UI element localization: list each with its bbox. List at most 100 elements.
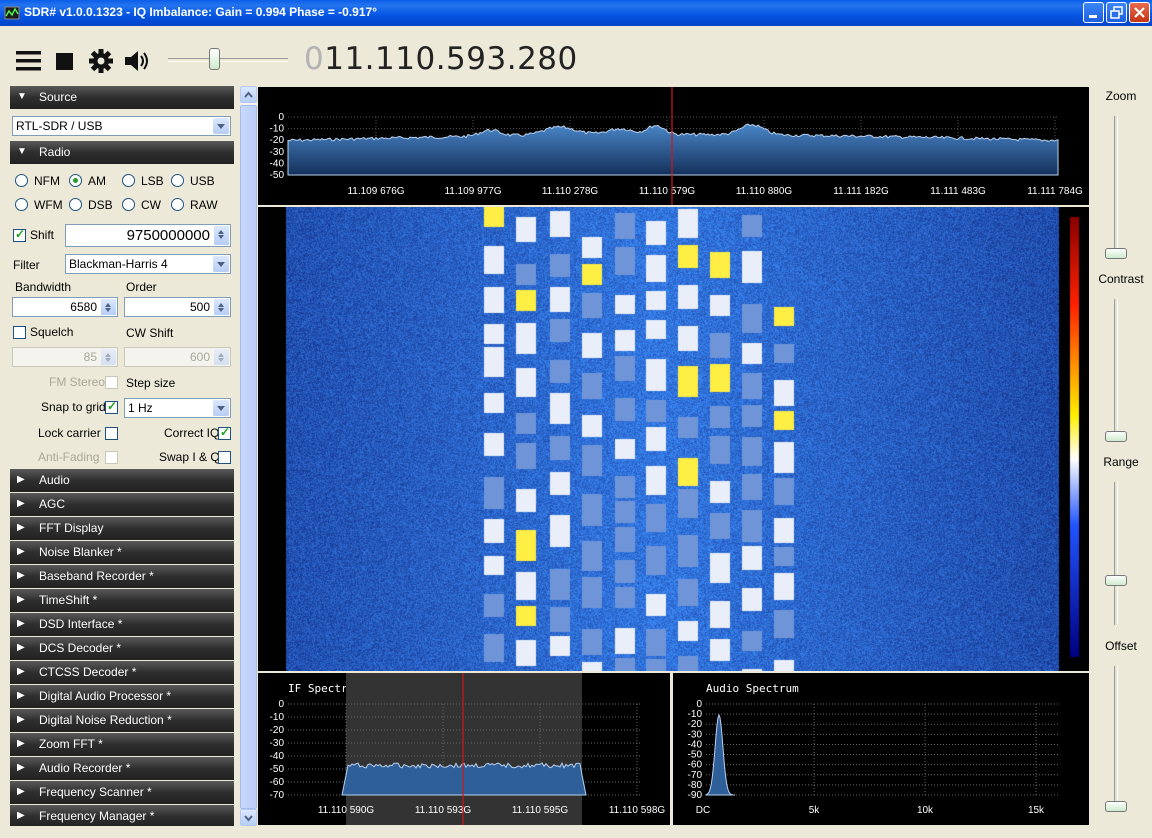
restore-button[interactable] (1106, 2, 1127, 23)
y-tick-label: -10 (270, 124, 285, 135)
anti-fading-checkbox[interactable] (105, 451, 118, 464)
window-title: SDR# v1.0.0.1323 - IQ Imbalance: Gain = … (24, 5, 377, 19)
spin-arrows-icon[interactable] (101, 299, 116, 315)
waterfall-canvas[interactable] (258, 207, 1089, 671)
source-header[interactable]: ▼ Source (10, 86, 234, 109)
squelch-input[interactable]: 85 (12, 347, 118, 367)
section-header-digital-noise-reduction[interactable]: ▶ Digital Noise Reduction * (10, 709, 234, 732)
spin-arrows-icon[interactable] (214, 349, 229, 365)
range-track[interactable] (1114, 482, 1118, 625)
section-header-ctcss-decoder[interactable]: ▶ CTCSS Decoder * (10, 661, 234, 684)
waterfall-display[interactable] (258, 207, 1089, 671)
if-spectrum[interactable]: IF Spectrum0-10-20-30-40-50-60-7011.110 … (258, 673, 670, 825)
volume-slider-thumb[interactable] (209, 48, 220, 70)
section-header-agc[interactable]: ▶ AGC (10, 493, 234, 516)
section-label: Baseband Recorder * (39, 569, 154, 583)
mode-label: NFM (34, 174, 60, 188)
filter-bandpass[interactable] (346, 673, 582, 825)
shift-checkbox[interactable] (13, 227, 26, 242)
section-header-frequency-scanner[interactable]: ▶ Frequency Scanner * (10, 781, 234, 804)
audio-spectrum[interactable]: Audio Spectrum0-10-20-30-40-50-60-70-80-… (673, 673, 1089, 825)
filter-select[interactable]: Blackman-Harris 4 (65, 254, 231, 274)
scroll-down-button[interactable] (240, 809, 257, 826)
zoom-slider-thumb[interactable] (1105, 248, 1127, 259)
squelch-value: 85 (83, 350, 97, 364)
snap-to-grid-label: Snap to grid (41, 400, 106, 414)
spin-arrows-icon[interactable] (101, 349, 116, 365)
spin-arrows-icon[interactable] (214, 226, 229, 245)
stop-icon[interactable] (56, 53, 74, 71)
fm-stereo-checkbox[interactable] (105, 376, 118, 389)
section-header-timeshift[interactable]: ▶ TimeShift * (10, 589, 234, 612)
x-tick-label: 11.110 598G (609, 805, 666, 816)
volume-track[interactable] (168, 58, 288, 62)
cw-shift-value: 600 (189, 350, 210, 364)
radio-button-icon[interactable] (122, 174, 135, 187)
radio-button-icon[interactable] (15, 174, 28, 187)
gear-icon[interactable] (88, 48, 114, 74)
title-bar[interactable]: SDR# v1.0.0.1323 - IQ Imbalance: Gain = … (0, 0, 1152, 26)
section-header-frequency-manager[interactable]: ▶ Frequency Manager * (10, 805, 234, 826)
swap-iq-checkbox[interactable] (218, 451, 231, 464)
section-header-noise-blanker[interactable]: ▶ Noise Blanker * (10, 541, 234, 564)
collapse-arrow-icon: ▼ (17, 91, 27, 102)
shift-input[interactable]: 9750000000 (65, 224, 231, 247)
source-device-select[interactable]: RTL-SDR / USB (12, 116, 231, 136)
rf-spectrum[interactable]: 0-10-20-30-40-50 11.109 676G 11.109 977G 11… (258, 87, 1089, 205)
radio-button-icon[interactable] (171, 174, 184, 187)
chevron-down-icon[interactable] (213, 400, 229, 416)
chevron-down-icon[interactable] (213, 118, 229, 134)
chevron-down-icon[interactable] (213, 256, 229, 272)
section-header-dcs-decoder[interactable]: ▶ DCS Decoder * (10, 637, 234, 660)
correct-iq-checkbox[interactable] (218, 425, 231, 440)
offset-slider-thumb[interactable] (1105, 801, 1127, 812)
radio-button-icon[interactable] (122, 198, 135, 211)
close-button[interactable] (1129, 2, 1150, 23)
bandwidth-input[interactable]: 6580 (12, 297, 118, 317)
expand-arrow-icon: ▶ (17, 786, 25, 797)
y-tick-label: -50 (270, 764, 285, 775)
minimize-button[interactable] (1083, 2, 1104, 23)
source-header-label: Source (39, 90, 78, 104)
scroll-thumb[interactable] (240, 105, 257, 809)
section-header-baseband-recorder[interactable]: ▶ Baseband Recorder * (10, 565, 234, 588)
lock-carrier-checkbox[interactable] (105, 427, 118, 440)
radio-button-icon[interactable] (69, 198, 82, 211)
contrast-track[interactable] (1114, 299, 1118, 442)
scroll-up-button[interactable] (240, 86, 257, 103)
x-tick-label: 11.110 590G (318, 805, 375, 816)
y-tick-label: -30 (270, 738, 285, 749)
spin-arrows-icon[interactable] (214, 299, 229, 315)
range-slider-thumb[interactable] (1105, 575, 1127, 586)
expand-arrow-icon: ▶ (17, 666, 25, 677)
zoom-track[interactable] (1114, 116, 1118, 259)
section-header-zoom-fft[interactable]: ▶ Zoom FFT * (10, 733, 234, 756)
frequency-leading-digit[interactable]: 0 (304, 41, 324, 77)
mode-label: DSB (88, 198, 113, 212)
step-size-select[interactable]: 1 Hz (124, 398, 231, 418)
squelch-checkbox[interactable] (13, 326, 26, 339)
order-input[interactable]: 500 (124, 297, 231, 317)
menu-icon[interactable] (15, 49, 43, 73)
expand-arrow-icon: ▶ (17, 498, 25, 509)
frequency-display[interactable]: 011.110.593.280 (304, 41, 578, 77)
control-panel-scrollbar[interactable] (240, 86, 257, 826)
offset-track[interactable] (1114, 666, 1118, 809)
speaker-icon[interactable] (123, 49, 151, 73)
radio-header[interactable]: ▼ Radio (10, 141, 234, 164)
section-header-audio[interactable]: ▶ Audio (10, 469, 234, 492)
radio-button-icon[interactable] (15, 198, 28, 211)
frequency-digits[interactable]: 11.110.593.280 (324, 41, 578, 77)
section-header-dsd-interface[interactable]: ▶ DSD Interface * (10, 613, 234, 636)
lock-carrier-label: Lock carrier (38, 426, 101, 440)
radio-button-icon[interactable] (171, 198, 184, 211)
contrast-slider-thumb[interactable] (1105, 431, 1127, 442)
y-tick-label: -50 (270, 170, 285, 181)
section-header-digital-audio-processor[interactable]: ▶ Digital Audio Processor * (10, 685, 234, 708)
expand-arrow-icon: ▶ (17, 762, 25, 773)
section-header-fft-display[interactable]: ▶ FFT Display (10, 517, 234, 540)
radio-button-icon[interactable] (69, 174, 82, 187)
section-header-audio-recorder[interactable]: ▶ Audio Recorder * (10, 757, 234, 780)
snap-to-grid-checkbox[interactable] (105, 399, 118, 414)
cw-shift-input[interactable]: 600 (124, 347, 231, 367)
